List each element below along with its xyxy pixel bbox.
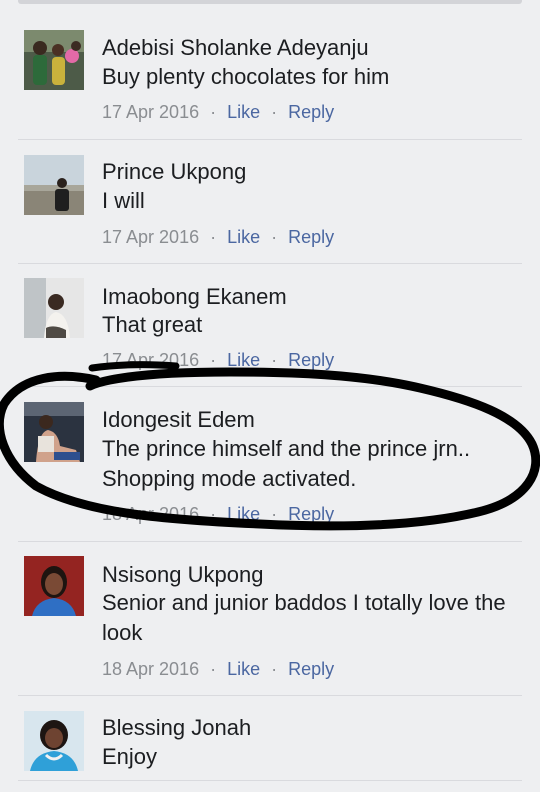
separator-dot: · xyxy=(210,659,217,679)
comment-author[interactable]: Nsisong Ukpong xyxy=(102,562,263,588)
avatar[interactable] xyxy=(24,711,84,771)
separator-dot: · xyxy=(210,102,217,122)
comment-meta: 17 Apr 2016 · Like · Reply xyxy=(102,101,334,123)
comment-text: That great xyxy=(102,312,203,337)
avatar[interactable] xyxy=(24,30,84,90)
separator-dot: · xyxy=(271,350,278,370)
comment-date: 17 Apr 2016 xyxy=(102,227,200,247)
like-button[interactable]: Like xyxy=(227,350,260,370)
comment-meta: 17 Apr 2016 · Like · Reply xyxy=(102,226,334,248)
avatar-photo-icon xyxy=(24,711,84,771)
comment-meta: 17 Apr 2016 · Like · Reply xyxy=(102,349,334,371)
like-button[interactable]: Like xyxy=(227,659,260,679)
divider xyxy=(18,263,522,264)
avatar-photo-icon xyxy=(24,155,84,215)
separator-dot: · xyxy=(271,659,278,679)
comment-author[interactable]: Imaobong Ekanem xyxy=(102,284,287,310)
comment-meta: 18 Apr 2016 · Like · Reply xyxy=(102,503,334,525)
reply-button[interactable]: Reply xyxy=(288,102,334,122)
comment-date: 17 Apr 2016 xyxy=(102,350,200,370)
comment-text: Enjoy xyxy=(102,744,158,769)
comment-author[interactable]: Prince Ukpong xyxy=(102,159,246,185)
separator-dot: · xyxy=(210,227,217,247)
comment-text: Senior and junior baddos I totally love … xyxy=(102,590,506,645)
reply-button[interactable]: Reply xyxy=(288,227,334,247)
avatar-photo-icon xyxy=(24,30,84,90)
comment-meta: 18 Apr 2016 · Like · Reply xyxy=(102,658,334,680)
divider xyxy=(18,780,522,781)
avatar[interactable] xyxy=(24,402,84,462)
avatar[interactable] xyxy=(24,155,84,215)
divider xyxy=(18,541,522,542)
comment-author[interactable]: Blessing Jonah xyxy=(102,715,251,741)
comment-date: 18 Apr 2016 xyxy=(102,659,200,679)
comment-date: 17 Apr 2016 xyxy=(102,102,200,122)
avatar-photo-icon xyxy=(24,402,84,462)
comment-author[interactable]: Idongesit Edem xyxy=(102,407,255,433)
separator-dot: · xyxy=(271,227,278,247)
divider xyxy=(18,386,522,387)
separator-dot: · xyxy=(271,102,278,122)
comment-text: I will xyxy=(102,188,145,213)
reply-button[interactable]: Reply xyxy=(288,350,334,370)
like-button[interactable]: Like xyxy=(227,504,260,524)
divider xyxy=(18,695,522,696)
separator-dot: · xyxy=(210,504,217,524)
comment-text: The prince himself and the prince jrn.. … xyxy=(102,436,471,491)
separator-dot: · xyxy=(271,504,278,524)
like-button[interactable]: Like xyxy=(227,102,260,122)
separator-dot: · xyxy=(210,350,217,370)
like-button[interactable]: Like xyxy=(227,227,260,247)
comment-list: Adebisi Sholanke Adeyanju Buy plenty cho… xyxy=(0,0,540,792)
comment-date: 18 Apr 2016 xyxy=(102,504,200,524)
reply-button[interactable]: Reply xyxy=(288,659,334,679)
comment-author[interactable]: Adebisi Sholanke Adeyanju xyxy=(102,35,369,61)
avatar-photo-icon xyxy=(24,556,84,616)
reply-button[interactable]: Reply xyxy=(288,504,334,524)
comment-text: Buy plenty chocolates for him xyxy=(102,64,390,89)
avatar[interactable] xyxy=(24,556,84,616)
divider xyxy=(18,139,522,140)
avatar[interactable] xyxy=(24,278,84,338)
avatar-photo-icon xyxy=(24,278,84,338)
